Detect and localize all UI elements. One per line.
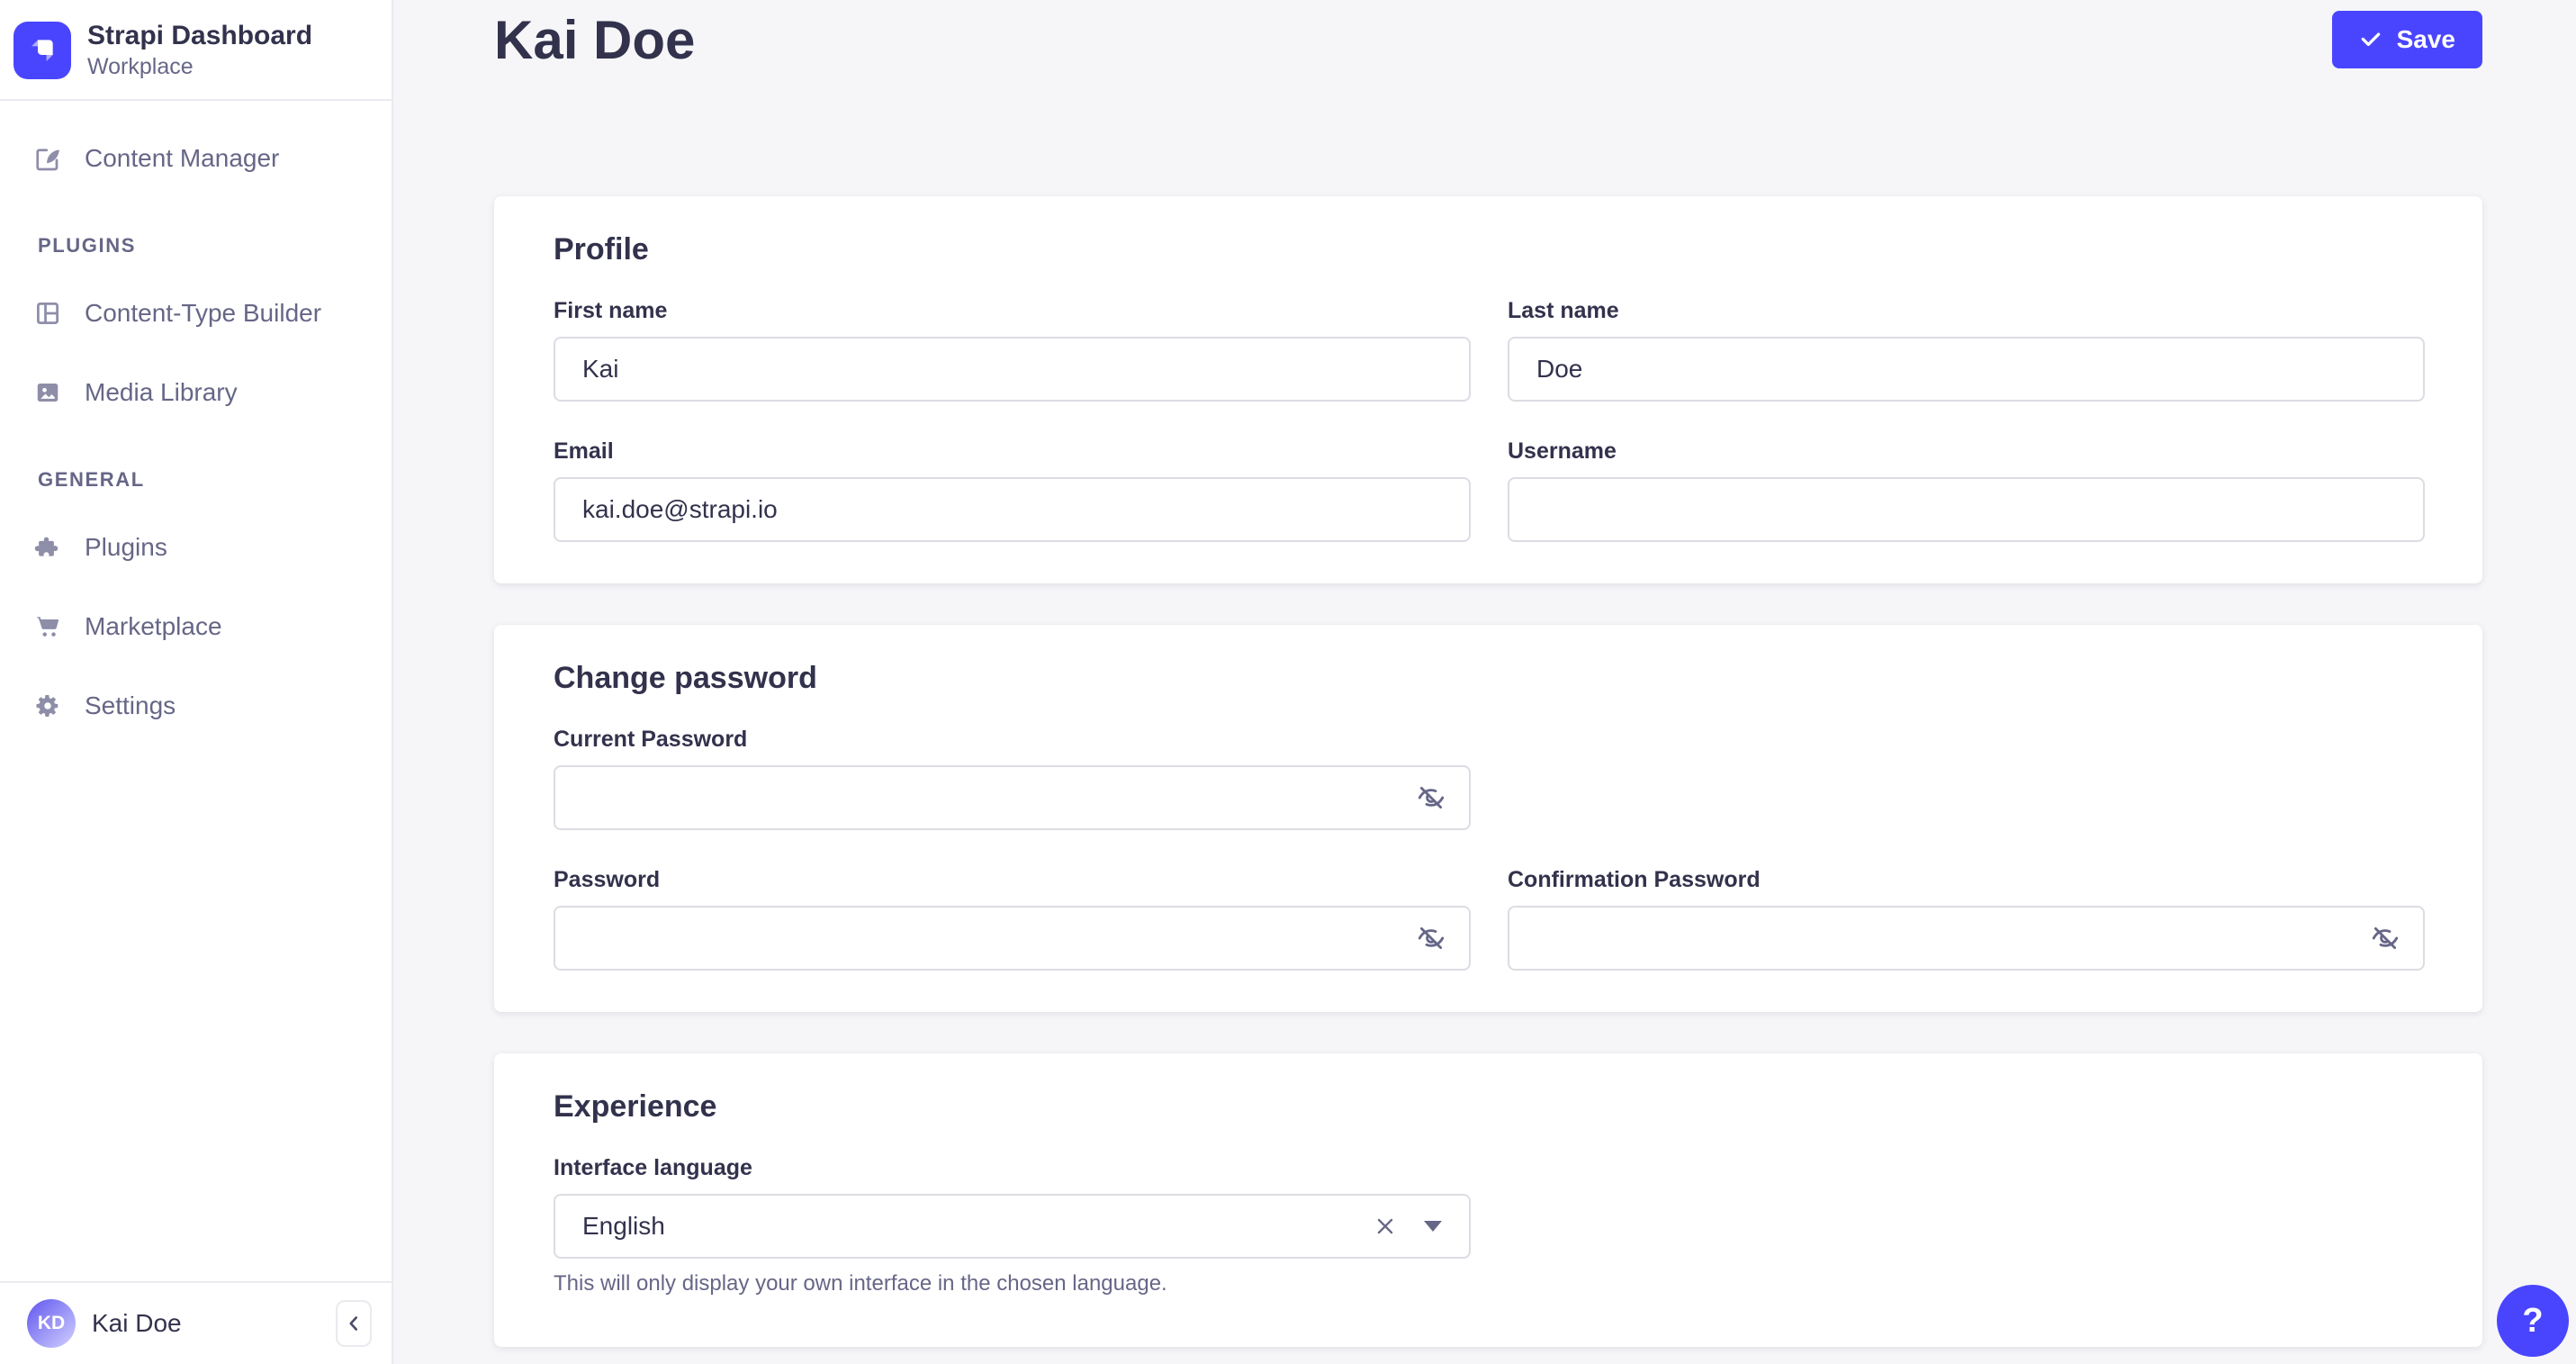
sidebar-item-media-library[interactable]: Media Library: [18, 364, 374, 421]
change-password-card: Change password Current Password: [494, 625, 2482, 1012]
question-mark-icon: ?: [2522, 1302, 2543, 1341]
last-name-input[interactable]: [1508, 337, 2425, 402]
check-icon: [2359, 28, 2382, 51]
new-password-field-group: Password: [554, 866, 1471, 971]
confirmation-password-input[interactable]: [1508, 906, 2425, 971]
sidebar-item-label: Content Manager: [85, 144, 279, 173]
interface-language-select[interactable]: English: [554, 1194, 1471, 1259]
page-header: Kai Doe Save: [494, 11, 2482, 70]
user-name[interactable]: Kai Doe: [92, 1309, 182, 1338]
sidebar-section-general: GENERAL: [38, 468, 374, 492]
new-password-input[interactable]: [554, 906, 1471, 971]
collapse-sidebar-button[interactable]: [336, 1300, 372, 1347]
chevron-left-icon: [342, 1312, 365, 1335]
sidebar: Strapi Dashboard Workplace Content Manag…: [0, 0, 393, 1364]
sidebar-user-area: KD Kai Doe: [0, 1281, 392, 1364]
interface-language-field-group: Interface language English: [554, 1154, 1471, 1296]
experience-card: Experience Interface language English: [494, 1053, 2482, 1347]
save-button[interactable]: Save: [2332, 11, 2482, 68]
strapi-logo: [14, 22, 71, 79]
content-manager-icon: [34, 145, 61, 172]
profile-card-title: Profile: [554, 230, 2425, 268]
brand-text: Strapi Dashboard Workplace: [87, 20, 312, 81]
password-fields-grid: Current Password: [554, 726, 2425, 971]
sidebar-item-plugins[interactable]: Plugins: [18, 519, 374, 576]
username-label: Username: [1508, 438, 2425, 465]
profile-settings-form: Profile First name Last name Email: [494, 196, 2482, 1347]
last-name-field-group: Last name: [1508, 297, 2425, 402]
workspace-title: Strapi Dashboard: [87, 20, 312, 52]
sidebar-item-label: Content-Type Builder: [85, 299, 321, 328]
profile-card: Profile First name Last name Email: [494, 196, 2482, 583]
chevron-down-icon[interactable]: [1424, 1221, 1442, 1232]
confirmation-password-label: Confirmation Password: [1508, 866, 2425, 893]
sidebar-item-label: Marketplace: [85, 612, 222, 641]
eye-slash-icon: [2370, 923, 2400, 953]
empty-grid-cell: [1508, 726, 2425, 830]
toggle-new-password-visibility-button[interactable]: [1411, 918, 1451, 958]
sidebar-item-label: Settings: [85, 691, 176, 720]
sidebar-item-marketplace[interactable]: Marketplace: [18, 598, 374, 655]
interface-language-hint: This will only display your own interfac…: [554, 1271, 1471, 1296]
sidebar-item-settings[interactable]: Settings: [18, 677, 374, 735]
clear-language-button[interactable]: [1372, 1213, 1399, 1240]
eye-slash-icon: [1416, 923, 1446, 953]
media-library-icon: [34, 379, 61, 406]
sidebar-section-plugins: PLUGINS: [38, 234, 374, 257]
marketplace-icon: [34, 613, 61, 640]
sidebar-nav: Content Manager PLUGINS Content-Type Bui…: [0, 101, 392, 735]
toggle-confirmation-password-visibility-button[interactable]: [2365, 918, 2405, 958]
current-password-label: Current Password: [554, 726, 1471, 753]
first-name-input[interactable]: [554, 337, 1471, 402]
sidebar-item-content-manager[interactable]: Content Manager: [18, 130, 374, 187]
change-password-card-title: Change password: [554, 659, 2425, 697]
avatar[interactable]: KD: [27, 1299, 76, 1348]
username-field-group: Username: [1508, 438, 2425, 542]
toggle-current-password-visibility-button[interactable]: [1411, 778, 1451, 817]
interface-language-label: Interface language: [554, 1154, 1471, 1181]
email-field-group: Email: [554, 438, 1471, 542]
sidebar-item-label: Media Library: [85, 378, 238, 407]
first-name-label: First name: [554, 297, 1471, 324]
strapi-app: Strapi Dashboard Workplace Content Manag…: [0, 0, 2576, 1364]
first-name-field-group: First name: [554, 297, 1471, 402]
experience-fields-grid: Interface language English: [554, 1154, 2425, 1296]
experience-card-title: Experience: [554, 1088, 2425, 1125]
workspace-subtitle: Workplace: [87, 52, 312, 81]
new-password-label: Password: [554, 866, 1471, 893]
eye-slash-icon: [1416, 782, 1446, 813]
select-controls: [1372, 1213, 1442, 1240]
sidebar-item-label: Plugins: [85, 533, 167, 562]
plugins-icon: [34, 534, 61, 561]
current-password-input[interactable]: [554, 765, 1471, 830]
interface-language-value: English: [582, 1212, 665, 1241]
settings-icon: [34, 692, 61, 719]
email-input[interactable]: [554, 477, 1471, 542]
username-input[interactable]: [1508, 477, 2425, 542]
current-password-field-group: Current Password: [554, 726, 1471, 830]
clear-icon: [1374, 1215, 1397, 1238]
help-button[interactable]: ?: [2497, 1285, 2569, 1357]
save-button-label: Save: [2397, 25, 2455, 54]
profile-fields-grid: First name Last name Email Username: [554, 297, 2425, 542]
sidebar-item-content-type-builder[interactable]: Content-Type Builder: [18, 285, 374, 342]
last-name-label: Last name: [1508, 297, 2425, 324]
page-title: Kai Doe: [494, 11, 695, 70]
confirmation-password-field-group: Confirmation Password: [1508, 866, 2425, 971]
email-label: Email: [554, 438, 1471, 465]
main-content: Kai Doe Save Profile First name: [393, 0, 2576, 1364]
workspace-switcher[interactable]: Strapi Dashboard Workplace: [0, 0, 392, 99]
content-type-builder-icon: [34, 300, 61, 327]
